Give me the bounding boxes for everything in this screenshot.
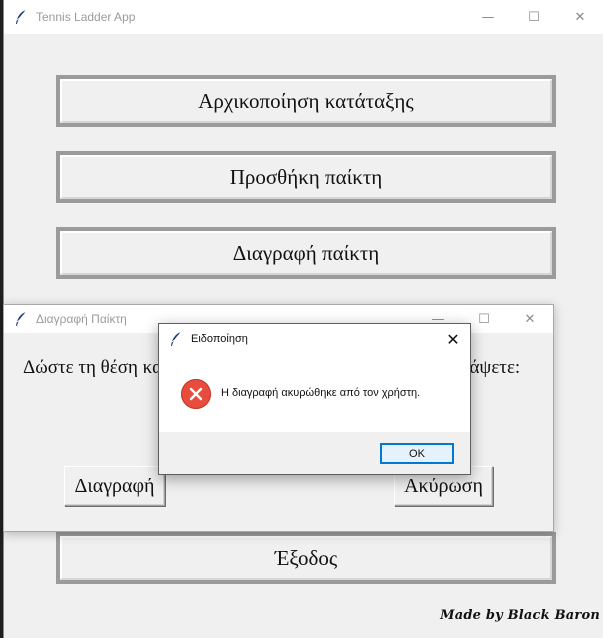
feather-icon: [12, 310, 30, 328]
delete-window-title: Διαγραφή Παίκτη: [36, 312, 127, 326]
close-button[interactable]: ✕: [557, 0, 603, 34]
maximize-button[interactable]: ☐: [511, 0, 557, 34]
notification-dialog: Ειδοποίηση ✕ Η διαγραφή ακυρώθηκε από το…: [158, 323, 471, 475]
ok-button[interactable]: OK: [380, 443, 454, 464]
confirm-delete-button[interactable]: Διαγραφή: [64, 466, 165, 506]
feather-icon: [12, 8, 30, 26]
position-prompt: Δώστε τη θέση κα: [23, 357, 163, 378]
close-icon: ✕: [446, 329, 460, 349]
minimize-icon: —: [481, 9, 495, 25]
dialog-body: Η διαγραφή ακυρώθηκε από τον χρήστη.: [159, 354, 470, 432]
close-button[interactable]: ✕: [507, 305, 553, 333]
dialog-message: Η διαγραφή ακυρώθηκε από τον χρήστη.: [221, 387, 421, 399]
minimize-button[interactable]: —: [465, 0, 511, 34]
error-icon: [181, 379, 211, 409]
credit-text: Made by Black Baron: [440, 608, 600, 623]
close-icon: ✕: [524, 311, 536, 327]
add-player-button[interactable]: Προσθήκη παίκτη: [56, 151, 556, 203]
exit-label: Έξοδος: [60, 536, 552, 580]
dialog-title: Ειδοποίηση: [191, 333, 248, 345]
delete-player-label: Διαγραφή παίκτη: [60, 231, 552, 275]
delete-player-button[interactable]: Διαγραφή παίκτη: [56, 227, 556, 279]
feather-icon: [167, 330, 185, 348]
init-ranking-label: Αρχικοποίηση κατάταξης: [60, 79, 552, 123]
dialog-close-button[interactable]: ✕: [436, 324, 470, 354]
main-titlebar: Tennis Ladder App — ☐ ✕: [4, 0, 603, 34]
maximize-icon: ☐: [528, 9, 540, 25]
close-icon: ✕: [574, 9, 586, 25]
init-ranking-button[interactable]: Αρχικοποίηση κατάταξης: [56, 75, 556, 127]
dialog-titlebar: Ειδοποίηση ✕: [159, 324, 470, 354]
main-window-title: Tennis Ladder App: [36, 10, 136, 24]
dialog-footer: OK: [159, 432, 470, 474]
exit-button[interactable]: Έξοδος: [56, 532, 556, 584]
maximize-icon: ☐: [478, 311, 490, 327]
add-player-label: Προσθήκη παίκτη: [60, 155, 552, 199]
